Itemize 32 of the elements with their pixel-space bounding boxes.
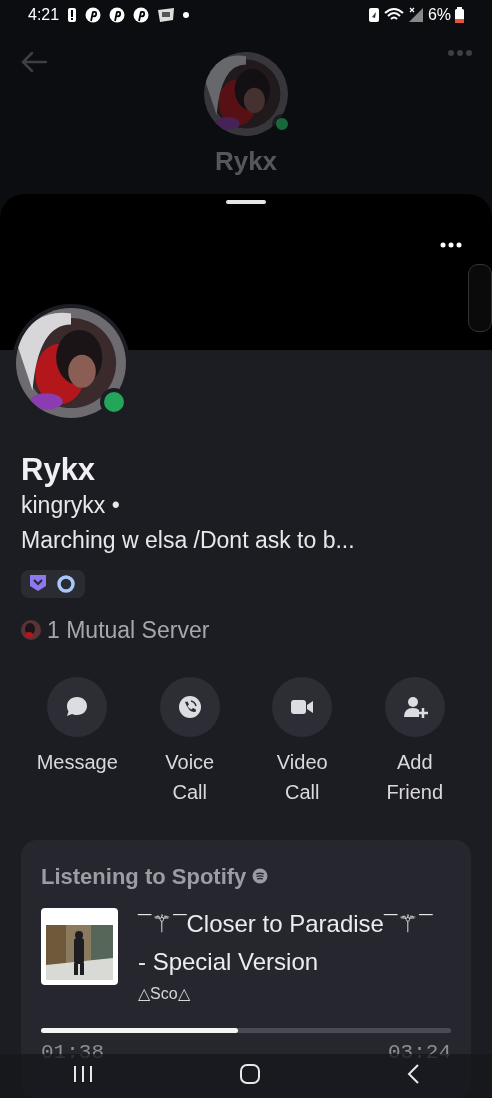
drag-handle[interactable] (226, 200, 266, 204)
signal-icon (407, 7, 424, 23)
elapsed-time: 01:38 (41, 1039, 104, 1066)
status-text: Marching w elsa /Dont ask to b... (21, 525, 356, 555)
artist-name: △Sco△ (138, 983, 191, 1004)
notification-icon (133, 7, 150, 23)
server-icon (21, 620, 41, 641)
username: kingrykx • (21, 491, 121, 521)
total-time: 03:24 (388, 1039, 451, 1066)
music-service-icon (252, 868, 269, 885)
action-label: Message (36, 749, 118, 775)
activity-heading: Listening to Spotify (41, 862, 247, 891)
more-options-icon[interactable] (440, 241, 462, 248)
shield-badge-icon (29, 574, 47, 593)
mutual-servers-link[interactable]: 1 Mutual Server (47, 613, 210, 648)
clock-time: 4:21 (28, 5, 60, 25)
display-name: Rykx (21, 451, 97, 489)
notification-icon (109, 7, 126, 23)
home-icon[interactable] (239, 1063, 261, 1085)
notification-icon (85, 7, 102, 23)
action-label: Add Friend (386, 749, 444, 805)
profile-name: Rykx (214, 148, 278, 174)
wreath-badge-icon (55, 574, 77, 595)
song-title: ¯⚚¯Closer to Paradise¯⚚¯ - Special Version (138, 908, 434, 978)
battery-percent: 6% (427, 5, 451, 25)
alert-icon (67, 7, 78, 23)
battery-icon (455, 7, 464, 23)
action-label: Voice Call (165, 749, 215, 805)
action-label: Video Call (276, 749, 328, 805)
back-icon[interactable] (405, 1063, 420, 1085)
app-notification-icon (157, 7, 176, 23)
recent-apps-icon[interactable] (72, 1064, 95, 1084)
